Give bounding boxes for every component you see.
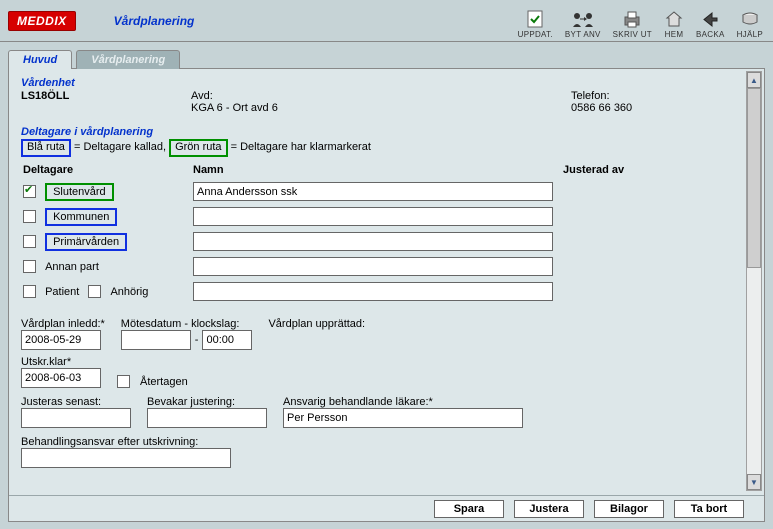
annan-part-checkbox[interactable]	[23, 260, 36, 273]
tab-planning[interactable]: Vårdplanering	[76, 50, 180, 69]
date-row-1: Vårdplan inledd:* Mötesdatum - klockslag…	[21, 318, 732, 350]
col-namn: Namn	[191, 161, 561, 179]
back-label: BACKA	[696, 31, 725, 39]
adjust-button[interactable]: Justera	[514, 500, 584, 518]
slutenvard-label: Slutenvård	[45, 183, 114, 201]
slutenvard-checkbox[interactable]	[23, 185, 36, 198]
atertagen-checkbox[interactable]	[117, 375, 130, 388]
kommunen-label: Kommunen	[45, 208, 117, 226]
date-row-3: Justeras senast: Bevakar justering: Ansv…	[21, 396, 732, 428]
legend-blue-box: Blå ruta	[21, 139, 71, 157]
refresh-button[interactable]: UPPDAT.	[514, 7, 557, 41]
help-button[interactable]: HJÄLP	[733, 7, 767, 41]
scroll-up-button[interactable]: ▲	[747, 72, 761, 88]
primarvarden-name-input[interactable]	[193, 232, 553, 251]
printer-icon	[622, 9, 642, 29]
tel-label: Telefon:	[571, 90, 632, 102]
ansvarig-label: Ansvarig behandlande läkare:*	[283, 396, 523, 408]
table-row: Kommunen	[21, 204, 732, 229]
participants-table: Deltagare Namn Justerad av Slutenvård	[21, 161, 732, 304]
content-area: Huvud Vårdplanering Vårdenhet LS18ÖLL Av…	[0, 42, 773, 529]
print-label: SKRIV UT	[613, 31, 652, 39]
top-toolbar: MEDDIX Vårdplanering UPPDAT. BYT ANV SKR…	[0, 0, 773, 42]
justeras-senast-label: Justeras senast:	[21, 396, 131, 408]
scroll-thumb[interactable]	[747, 88, 761, 268]
behandlingsansvar-label: Behandlingsansvar efter utskrivning:	[21, 436, 732, 448]
scroll-down-button[interactable]: ▼	[747, 474, 761, 490]
ansvarig-input[interactable]	[283, 408, 523, 428]
attachments-button[interactable]: Bilagor	[594, 500, 664, 518]
tab-main[interactable]: Huvud	[8, 50, 72, 69]
table-row: Annan part	[21, 254, 732, 279]
button-bar: Spara Justera Bilagor Ta bort	[9, 495, 764, 521]
anhorig-label: Anhörig	[110, 285, 148, 299]
back-icon	[700, 9, 720, 29]
bevakar-input[interactable]	[147, 408, 267, 428]
kommunen-name-input[interactable]	[193, 207, 553, 226]
vardplan-inledd-label: Vårdplan inledd:*	[21, 318, 105, 330]
upprattad-label: Vårdplan upprättad:	[268, 318, 365, 330]
kommunen-checkbox[interactable]	[23, 210, 36, 223]
refresh-icon	[525, 9, 545, 29]
app-logo: MEDDIX	[8, 11, 76, 31]
behandlingsansvar-input[interactable]	[21, 448, 231, 468]
participants-heading: Deltagare i vårdplanering	[21, 126, 732, 138]
date-row-2: Utskr.klar* Återtagen	[21, 356, 732, 388]
legend-green-box: Grön ruta	[169, 139, 227, 157]
participants-legend: Blå ruta = Deltagare kallad, Grön ruta =…	[21, 139, 732, 157]
print-button[interactable]: SKRIV UT	[609, 7, 656, 41]
vardplan-inledd-input[interactable]	[21, 330, 101, 350]
help-label: HJÄLP	[737, 31, 763, 39]
help-icon	[740, 9, 760, 29]
justeras-senast-input[interactable]	[21, 408, 131, 428]
motesdatum-input[interactable]	[121, 330, 191, 350]
patient-checkbox[interactable]	[23, 285, 36, 298]
patient-anhorig-name-input[interactable]	[193, 282, 553, 301]
refresh-label: UPPDAT.	[518, 31, 553, 39]
app-title: Vårdplanering	[84, 14, 514, 28]
switch-user-button[interactable]: BYT ANV	[561, 7, 605, 41]
table-row: Slutenvård	[21, 179, 732, 204]
slutenvard-name-input[interactable]	[193, 182, 553, 201]
atertagen-label: Återtagen	[140, 376, 188, 388]
care-unit-code: LS18ÖLL	[21, 90, 191, 114]
motesdatum-label: Mötesdatum - klockslag:	[121, 318, 253, 330]
delete-button[interactable]: Ta bort	[674, 500, 744, 518]
legend-green-desc: = Deltagare har klarmarkerat	[228, 141, 371, 153]
bevakar-label: Bevakar justering:	[147, 396, 267, 408]
main-panel: Vårdenhet LS18ÖLL Avd: KGA 6 - Ort avd 6…	[8, 68, 765, 522]
col-justerad: Justerad av	[561, 161, 732, 179]
panel-scroll-area: Vårdenhet LS18ÖLL Avd: KGA 6 - Ort avd 6…	[9, 69, 744, 493]
save-button[interactable]: Spara	[434, 500, 504, 518]
home-icon	[664, 9, 684, 29]
tab-bar: Huvud Vårdplanering	[8, 50, 765, 69]
switch-user-label: BYT ANV	[565, 31, 601, 39]
primarvarden-label: Primärvården	[45, 233, 127, 251]
toolbar-icons: UPPDAT. BYT ANV SKRIV UT HEM BACKA HJÄLP	[514, 0, 773, 41]
home-label: HEM	[665, 31, 684, 39]
primarvarden-checkbox[interactable]	[23, 235, 36, 248]
legend-blue-desc: = Deltagare kallad,	[71, 141, 169, 153]
avd-label: Avd:	[191, 90, 571, 102]
avd-value: KGA 6 - Ort avd 6	[191, 102, 571, 114]
care-unit-heading: Vårdenhet	[21, 77, 732, 89]
annan-part-label: Annan part	[45, 260, 99, 274]
home-button[interactable]: HEM	[660, 7, 688, 41]
anhorig-checkbox[interactable]	[88, 285, 101, 298]
table-row: Patient Anhörig	[21, 279, 732, 304]
care-unit-row: LS18ÖLL Avd: KGA 6 - Ort avd 6 Telefon: …	[21, 90, 732, 114]
utskr-input[interactable]	[21, 368, 101, 388]
vertical-scrollbar[interactable]: ▲ ▼	[746, 71, 762, 491]
back-button[interactable]: BACKA	[692, 7, 729, 41]
patient-label: Patient	[45, 285, 79, 299]
behandlingsansvar-group: Behandlingsansvar efter utskrivning:	[21, 436, 732, 468]
switch-user-icon	[569, 9, 597, 29]
annan-part-name-input[interactable]	[193, 257, 553, 276]
utskr-label: Utskr.klar*	[21, 356, 101, 368]
col-deltagare: Deltagare	[21, 161, 191, 179]
time-separator: -	[195, 334, 199, 346]
tel-value: 0586 66 360	[571, 102, 632, 114]
klockslag-input[interactable]	[202, 330, 252, 350]
table-row: Primärvården	[21, 229, 732, 254]
